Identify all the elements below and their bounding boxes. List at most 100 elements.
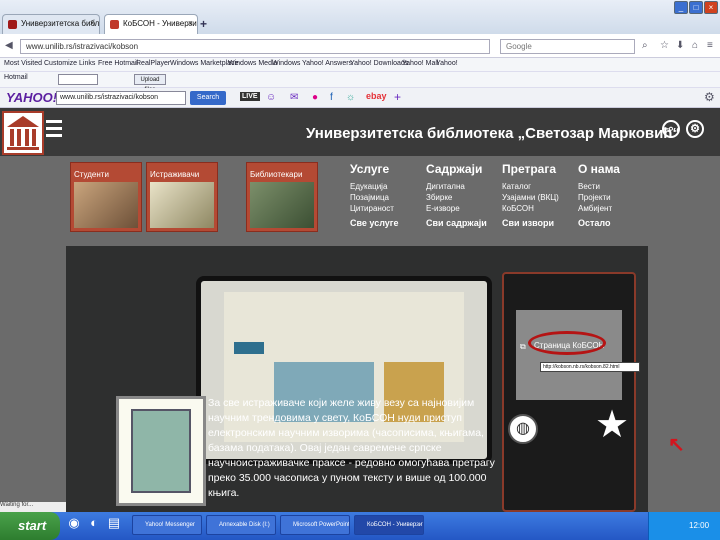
back-icon[interactable]: ◀ bbox=[5, 40, 13, 51]
ebay-icon[interactable]: ebay bbox=[366, 91, 387, 101]
menu-icon[interactable]: ≡ bbox=[707, 40, 713, 51]
taskbar-task[interactable]: Annexable Disk (I:) bbox=[206, 515, 276, 535]
menu-link[interactable]: Едукација bbox=[350, 181, 430, 192]
student-photo bbox=[74, 182, 138, 228]
menu-heading: Претрага bbox=[502, 162, 557, 176]
search-icon[interactable]: ⌕ bbox=[662, 120, 680, 138]
menu-link[interactable]: Е-изворе bbox=[426, 203, 506, 214]
menu-footer-link[interactable]: Сви садржаји bbox=[426, 218, 506, 228]
bookmark-item[interactable]: Windows Media bbox=[228, 60, 277, 67]
menu-link[interactable]: Позајмица bbox=[350, 192, 430, 203]
yahoo-search-input[interactable]: www.unilib.rs/istrazivaci/kobson bbox=[56, 91, 186, 105]
firefox-icon[interactable]: ◐ bbox=[86, 515, 102, 533]
site-title: Универзитетска библиотека „Светозар Марк… bbox=[306, 125, 680, 142]
menu-footer-link[interactable]: Све услуге bbox=[350, 218, 430, 228]
menu-about: О нама Вести Пројекти Амбијент Остало bbox=[578, 162, 658, 228]
menu-services: Услуге Едукација Позајмица Цитираност Св… bbox=[350, 162, 430, 228]
bookmark-item[interactable]: Most Visited bbox=[4, 60, 42, 67]
close-icon[interactable]: × bbox=[188, 18, 193, 28]
mail-icon[interactable]: ✉ bbox=[290, 92, 298, 103]
search-icon[interactable]: ⌕ bbox=[642, 40, 648, 51]
flickr-icon[interactable]: ● bbox=[312, 92, 318, 103]
hero-phone-image bbox=[116, 396, 206, 506]
bookmark-item[interactable]: RealPlayer bbox=[136, 60, 170, 67]
star-icon[interactable]: ☆ bbox=[660, 40, 669, 51]
addon-input[interactable] bbox=[58, 74, 98, 85]
add-icon[interactable]: + bbox=[394, 90, 401, 104]
clock[interactable]: 12:00 bbox=[689, 521, 709, 530]
status-bar: Waiting for... bbox=[0, 502, 66, 512]
close-icon[interactable]: × bbox=[90, 18, 95, 28]
upload-button[interactable]: Upload files bbox=[134, 74, 166, 93]
menu-link[interactable]: Вести bbox=[578, 181, 658, 192]
yahoo-search-button[interactable]: Search bbox=[190, 91, 226, 105]
menu-contents: Садржаји Дигитална Збирке Е-изворе Сви с… bbox=[426, 162, 506, 228]
search-field[interactable]: Google bbox=[500, 39, 635, 54]
hero-side-left bbox=[0, 246, 66, 512]
taskbar-task-active[interactable]: КоБСОН - Универзитет... bbox=[354, 515, 424, 535]
messenger-icon[interactable]: ☺ bbox=[266, 92, 276, 103]
start-button[interactable]: start bbox=[0, 512, 60, 540]
hamburger-menu-icon[interactable] bbox=[46, 120, 62, 141]
bookmark-item[interactable]: Windows bbox=[272, 60, 300, 67]
external-link-icon: ⧉ bbox=[520, 342, 526, 351]
menu-link[interactable]: Пројекти bbox=[578, 192, 658, 203]
menu-footer-link[interactable]: Сви извори bbox=[502, 218, 582, 228]
library-logo[interactable] bbox=[2, 111, 44, 155]
menu-link[interactable]: Узајамни (ВКЦ) bbox=[502, 192, 582, 203]
librarians-photo bbox=[250, 182, 314, 228]
tile-librarians[interactable]: Библиотекари bbox=[246, 162, 318, 232]
hero-side-right bbox=[648, 246, 720, 512]
bookmark-item[interactable]: Yahoo! Downloads bbox=[350, 60, 408, 67]
minimize-button[interactable]: _ bbox=[674, 1, 688, 14]
facebook-icon[interactable]: f bbox=[330, 92, 333, 103]
link-tooltip: http://kobson.nb.rs/kobson.82.html bbox=[540, 362, 640, 372]
settings-icon[interactable]: ⚙ bbox=[686, 120, 704, 138]
chrome-icon[interactable]: ◉ bbox=[66, 515, 82, 533]
window-close-button[interactable]: × bbox=[704, 1, 718, 14]
library-building-icon bbox=[7, 116, 39, 150]
new-tab-button[interactable]: + bbox=[200, 17, 207, 31]
tab-label: Универзитетска библиоте... bbox=[21, 19, 100, 28]
menu-heading: Садржаји bbox=[426, 162, 483, 176]
maximize-button[interactable]: □ bbox=[689, 1, 703, 14]
menu-footer-link[interactable]: Остало bbox=[578, 218, 658, 228]
globe-icon[interactable]: ◍ bbox=[508, 414, 538, 444]
tab-kobson[interactable]: КоБСОН - Универзитетска б... × bbox=[104, 14, 198, 34]
menu-link[interactable]: Цитираност bbox=[350, 203, 430, 214]
bookmark-item[interactable]: Free Hotmail bbox=[98, 60, 138, 67]
menu-link[interactable]: Каталог bbox=[502, 181, 582, 192]
menu-heading: О нама bbox=[578, 162, 620, 176]
bookmark-item[interactable]: Yahoo! Answers bbox=[302, 60, 352, 67]
kobson-card bbox=[516, 310, 622, 400]
bookmark-item[interactable]: Yahoo! bbox=[436, 60, 458, 67]
tile-students[interactable]: Студенти bbox=[70, 162, 142, 232]
live-badge[interactable]: LIVE bbox=[240, 92, 260, 101]
menu-link[interactable]: КоБСОН bbox=[502, 203, 582, 214]
download-icon[interactable]: ⬇ bbox=[676, 40, 684, 51]
weather-icon[interactable]: ☼ bbox=[346, 92, 355, 103]
gear-icon[interactable]: ⚙ bbox=[704, 90, 715, 104]
url-field[interactable]: www.unilib.rs/istrazivaci/kobson bbox=[20, 39, 490, 54]
tab-unilib[interactable]: Универзитетска библиоте... × bbox=[2, 14, 100, 34]
taskbar-task[interactable]: Yahoo! Messenger bbox=[132, 515, 202, 535]
taskbar-task[interactable]: Microsoft PowerPoint... bbox=[280, 515, 350, 535]
tile-label: Библиотекари bbox=[250, 170, 303, 179]
star-icon[interactable]: ★ bbox=[595, 406, 629, 444]
phone-screen bbox=[131, 409, 191, 493]
tile-label: Студенти bbox=[74, 170, 109, 179]
screen-logo bbox=[234, 342, 264, 354]
home-icon[interactable]: ⌂ bbox=[692, 40, 698, 51]
menu-search: Претрага Каталог Узајамни (ВКЦ) КоБСОН С… bbox=[502, 162, 582, 228]
menu-link[interactable]: Дигитална bbox=[426, 181, 506, 192]
menu-heading: Услуге bbox=[350, 162, 390, 176]
menu-link[interactable]: Амбијент bbox=[578, 203, 658, 214]
menu-link[interactable]: Збирке bbox=[426, 192, 506, 203]
system-tray: 12:00 bbox=[648, 512, 720, 540]
addon-bar: Hotmail Upload files bbox=[0, 72, 720, 93]
pointer-arrow-icon: ↖ bbox=[668, 434, 685, 456]
tile-researchers[interactable]: Истраживачи bbox=[146, 162, 218, 232]
folder-icon[interactable]: ▤ bbox=[106, 515, 122, 533]
bookmark-item[interactable]: Customize Links bbox=[44, 60, 95, 67]
bookmark-item[interactable]: Yahoo! Mail bbox=[402, 60, 438, 67]
